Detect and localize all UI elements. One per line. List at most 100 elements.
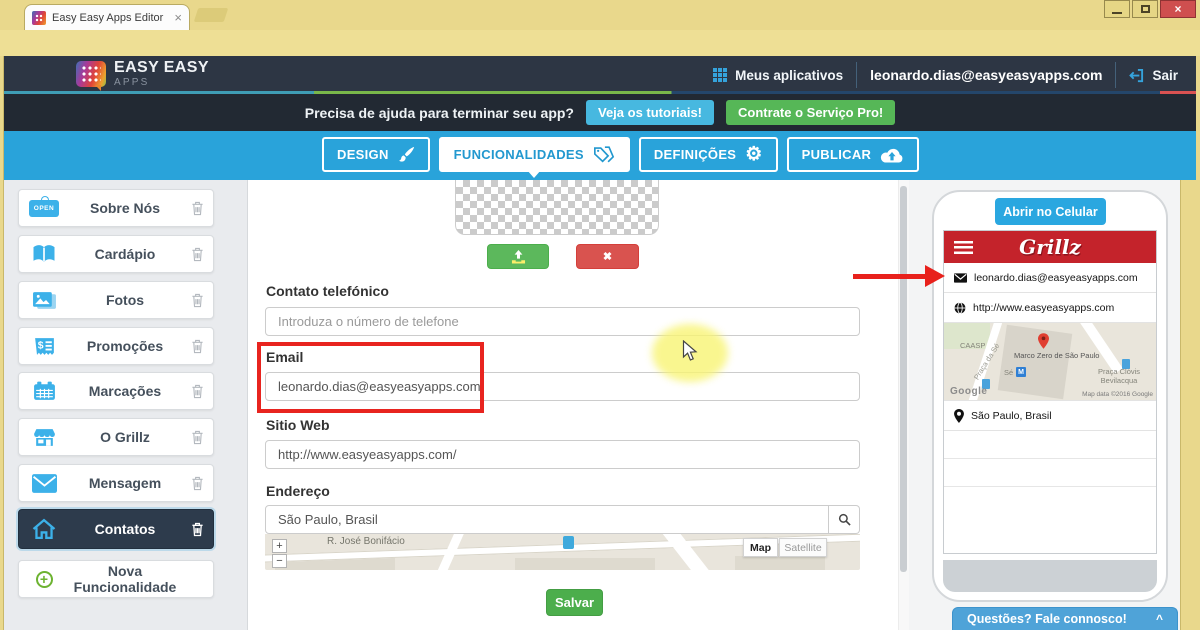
easyeasyapps-logo-icon <box>76 61 106 87</box>
map-attribution: Map data ©2016 Google <box>1082 391 1153 398</box>
window-minimize-button[interactable] <box>1104 0 1130 18</box>
my-apps-label: Meus aplicativos <box>735 68 843 83</box>
tab-publicar[interactable]: PUBLICAR <box>787 137 920 172</box>
trash-icon[interactable] <box>181 430 213 445</box>
sidebar-item-marcacoes[interactable]: Marcações <box>18 372 214 410</box>
email-annotation-box <box>257 342 484 413</box>
photos-icon <box>19 290 69 311</box>
tab-publicar-label: PUBLICAR <box>802 147 872 162</box>
phone-mockup: Abrir no Celular Grillz leonardo.dias@ea… <box>932 190 1168 602</box>
map-label-marco: Marco Zero de São Paulo <box>1014 351 1099 360</box>
map-block <box>998 325 1073 400</box>
preview-location-row[interactable]: São Paulo, Brasil <box>944 401 1156 431</box>
app-preview-header: Grillz <box>944 231 1156 263</box>
calendar-icon <box>19 381 69 402</box>
sidebar-item-label: Promoções <box>69 338 181 354</box>
svg-text:$: $ <box>37 340 43 351</box>
trash-icon[interactable] <box>181 339 213 354</box>
preview-email-text: leonardo.dias@easyeasyapps.com <box>974 272 1138 284</box>
tab-design[interactable]: DESIGN <box>322 137 430 172</box>
sidebar-item-label: Marcações <box>69 383 181 399</box>
sidebar-item-o-grillz[interactable]: O Grillz <box>18 418 214 456</box>
app-root: Easy Easy Apps Editor × × ← → ↻ ⌂ editor… <box>0 0 1200 630</box>
scrollbar-thumb[interactable] <box>900 186 907 572</box>
preview-website-text: http://www.easyeasyapps.com <box>973 302 1114 314</box>
address-map[interactable]: R. José Bonifácio + − Map Satellite <box>265 534 860 570</box>
chat-support-bar[interactable]: Questões? Fale connosco! ^ <box>952 607 1178 630</box>
tab-funcionalidades-label: FUNCIONALIDADES <box>454 147 584 162</box>
chevron-up-icon[interactable]: ^ <box>1156 612 1163 626</box>
upload-image-button[interactable] <box>487 244 549 269</box>
header-separator <box>856 62 857 88</box>
tab-close-icon[interactable]: × <box>174 13 182 23</box>
map-type-satellite-button[interactable]: Satellite <box>779 538 827 557</box>
window-maximize-button[interactable] <box>1132 0 1158 18</box>
sidebar-item-label: Mensagem <box>69 475 181 491</box>
mouse-cursor <box>682 340 699 362</box>
address-input[interactable] <box>265 505 829 534</box>
editor-nav-group: DESIGN FUNCIONALIDADES DEFINIÇÕES ⚙ <box>322 137 919 172</box>
remove-image-button[interactable]: ✖ <box>576 244 639 269</box>
storefront-icon <box>19 427 69 448</box>
tab-funcionalidades[interactable]: FUNCIONALIDADES <box>439 137 630 172</box>
pro-service-button[interactable]: Contrate o Serviço Pro! <box>726 100 895 125</box>
new-feature-button[interactable]: + Nova Funcionalidade <box>18 560 214 598</box>
trash-icon[interactable] <box>181 293 213 308</box>
window-close-button[interactable]: × <box>1160 0 1196 18</box>
preview-email-row[interactable]: leonardo.dias@easyeasyapps.com <box>944 263 1156 293</box>
gear-icon: ⚙ <box>745 145 762 164</box>
phone-label: Contato telefónico <box>266 283 389 299</box>
menu-book-icon <box>19 244 69 265</box>
sidebar-item-mensagem[interactable]: Mensagem <box>18 464 214 502</box>
browser-tab-strip: Easy Easy Apps Editor × × <box>0 0 1200 30</box>
window-border-right <box>1196 56 1200 180</box>
preview-map[interactable]: CAASP Praça da Sé Marco Zero de São Paul… <box>944 323 1156 401</box>
envelope-icon <box>954 273 967 283</box>
help-bar: Precisa de ajuda para terminar seu app? … <box>0 94 1200 131</box>
save-button[interactable]: Salvar <box>546 589 603 616</box>
sidebar-item-fotos[interactable]: Fotos <box>18 281 214 319</box>
header-separator <box>1115 62 1116 88</box>
sidebar-item-sobre-nos[interactable]: OPEN Sobre Nós <box>18 189 214 227</box>
map-label-praca-clovis: Praça Clóvis Bevilacqua <box>1088 367 1150 385</box>
website-input[interactable] <box>265 440 860 469</box>
transit-icon <box>563 536 574 549</box>
sidebar-item-label: O Grillz <box>69 429 181 445</box>
map-zoom-out-button[interactable]: − <box>272 554 287 568</box>
preview-website-row[interactable]: http://www.easyeasyapps.com <box>944 293 1156 323</box>
sidebar-item-promocoes[interactable]: $ Promoções <box>18 327 214 365</box>
exit-icon <box>1129 68 1144 83</box>
open-sign-text: OPEN <box>29 200 59 217</box>
sidebar-item-cardapio[interactable]: Cardápio <box>18 235 214 273</box>
map-type-map-button[interactable]: Map <box>743 538 778 557</box>
trash-icon[interactable] <box>181 522 213 537</box>
trash-icon[interactable] <box>181 384 213 399</box>
header-right-group: Meus aplicativos leonardo.dias@easyeasya… <box>713 56 1178 94</box>
chat-support-label: Questões? Fale connosco! <box>967 612 1156 626</box>
tab-definicoes-label: DEFINIÇÕES <box>654 147 736 162</box>
trash-icon[interactable] <box>181 476 213 491</box>
magnifier-icon <box>838 513 851 526</box>
new-tab-button[interactable] <box>194 8 229 22</box>
annotation-arrow <box>853 274 927 279</box>
address-search-button[interactable] <box>829 505 860 534</box>
hamburger-menu-icon[interactable] <box>954 241 973 254</box>
tab-definicoes[interactable]: DEFINIÇÕES ⚙ <box>639 137 778 172</box>
trash-icon[interactable] <box>181 201 213 216</box>
map-zoom-in-button[interactable]: + <box>272 539 287 553</box>
tutorials-button[interactable]: Veja os tutoriais! <box>586 100 714 125</box>
preview-empty-row <box>944 431 1156 459</box>
website-label: Sitio Web <box>266 417 330 433</box>
sidebar-item-contatos[interactable]: Contatos <box>18 509 214 549</box>
my-apps-link[interactable]: Meus aplicativos <box>713 68 843 83</box>
google-logo: Google <box>950 386 987 397</box>
browser-tab[interactable]: Easy Easy Apps Editor × <box>24 4 190 30</box>
brand-line2: APPS <box>114 78 209 88</box>
plus-glyph: + <box>36 571 53 588</box>
logout-link[interactable]: Sair <box>1129 68 1178 83</box>
tags-icon <box>593 145 615 164</box>
open-on-mobile-button[interactable]: Abrir no Celular <box>995 198 1106 225</box>
trash-icon[interactable] <box>181 247 213 262</box>
phone-input[interactable] <box>265 307 860 336</box>
tab-title: Easy Easy Apps Editor <box>52 12 168 24</box>
